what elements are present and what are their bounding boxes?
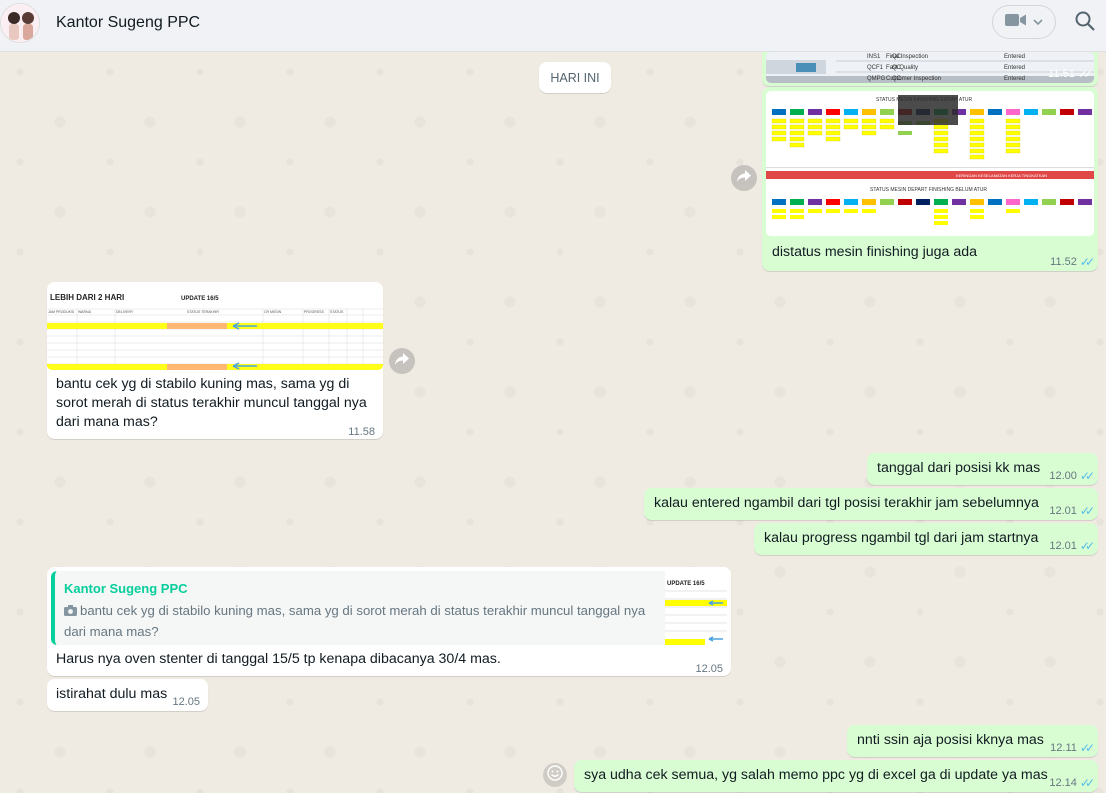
message-time: 12.05 <box>172 696 200 708</box>
message-outgoing[interactable]: nnti ssin aja posisi kknya mas 12.11 ✓✓ <box>847 725 1098 757</box>
svg-text:CR MESIN: CR MESIN <box>264 310 282 314</box>
emoji-icon <box>547 764 563 786</box>
message-text: kalau entered ngambil dari tgl posisi te… <box>654 495 1039 511</box>
message-time: 12.01 <box>1049 540 1077 552</box>
message-image-outgoing[interactable]: INS1 QCF1 QMPG QC QC QC Final Inspection… <box>762 52 1098 86</box>
row-code: QCF1 <box>867 65 884 71</box>
message-outgoing[interactable]: kalau progress ngambil tgl dari jam star… <box>754 523 1098 555</box>
quoted-text-wrap: bantu cek yg di stabilo kuning mas, sama… <box>64 601 654 642</box>
svg-text:WARNA: WARNA <box>78 310 92 314</box>
svg-text:PROGRESS: PROGRESS <box>304 310 325 314</box>
image-update-label: UPDATE 16/5 <box>181 296 219 302</box>
read-ticks-icon: ✓✓ <box>1079 504 1095 518</box>
message-text: Harus nya oven stenter di tanggal 15/5 t… <box>56 651 501 667</box>
message-text: kalau progress ngambil tgl dari jam star… <box>764 530 1039 546</box>
forward-button[interactable] <box>389 348 415 374</box>
quoted-message[interactable]: Kantor Sugeng PPC bantu cek yg di stabil… <box>51 571 727 645</box>
message-image[interactable]: STATUS MESIN FINISHING SUDAH ATUR <box>766 91 1094 236</box>
message-outgoing[interactable]: kalau entered ngambil dari tgl posisi te… <box>644 488 1098 520</box>
read-ticks-icon: ✓✓ <box>1079 255 1095 269</box>
svg-text:STATUS TERAKHIR: STATUS TERAKHIR <box>187 310 219 314</box>
read-ticks-icon: ✓✓ <box>1079 776 1095 790</box>
message-text: bantu cek yg di stabilo kuning mas, sama… <box>56 376 367 430</box>
read-ticks-icon: ✓✓ <box>1079 469 1095 483</box>
quoted-thumbnail: UPDATE 16/5 <box>665 571 727 645</box>
thumbnail-title: UPDATE 16/5 <box>667 581 705 587</box>
chat-header: Kantor Sugeng PPC <box>0 0 1106 52</box>
message-time: 11.52 <box>1050 256 1077 268</box>
date-chip: HARI INI <box>539 62 611 93</box>
message-time: 11.58 <box>348 426 375 438</box>
row-status: Entered <box>1004 65 1026 71</box>
row-desc: Final Inspection <box>886 54 929 60</box>
read-ticks-icon: ✓✓ <box>1079 539 1095 553</box>
message-time: 12.01 <box>1049 505 1077 517</box>
quoted-text: bantu cek yg di stabilo kuning mas, sama… <box>64 603 646 639</box>
react-button[interactable] <box>543 763 567 787</box>
chat-title[interactable]: Kantor Sugeng PPC <box>56 14 200 32</box>
avatar[interactable] <box>0 3 40 43</box>
video-camera-icon <box>1005 13 1027 32</box>
quoted-author: Kantor Sugeng PPC <box>64 581 188 596</box>
image-title: LEBIH DARI 2 HARI <box>50 293 125 302</box>
chevron-down-icon <box>1033 13 1043 31</box>
message-outgoing[interactable]: tanggal dari posisi kk mas 12.00 ✓✓ <box>867 453 1098 485</box>
message-time: 12.11 <box>1050 742 1077 754</box>
message-time: 11.51 <box>1048 68 1075 80</box>
row-code: QMPG <box>867 76 886 82</box>
message-outgoing[interactable]: sya udha cek semua, yg salah memo ppc yg… <box>574 760 1098 792</box>
row-code: INS1 <box>867 54 881 60</box>
message-text: tanggal dari posisi kk mas <box>877 460 1041 476</box>
message-text: sya udha cek semua, yg salah memo ppc yg… <box>584 767 1048 783</box>
row-desc: Fast Quality <box>886 65 919 71</box>
read-ticks-icon: ✓✓ <box>1077 67 1093 81</box>
row-desc: Customer Inspection <box>886 76 942 82</box>
forward-icon <box>736 169 752 188</box>
message-time: 12.05 <box>695 663 723 675</box>
svg-text:KERINGAN KESELAMATAN KERJA TIN: KERINGAN KESELAMATAN KERJA TINGKATKAN <box>956 173 1047 178</box>
message-text: istirahat dulu mas <box>56 686 168 702</box>
message-image-incoming[interactable]: JAM PRODUKSI WARNA DELIVERY STATUS TERAKHIR… <box>47 282 383 439</box>
message-text: distatus mesin finishing juga ada <box>772 244 978 260</box>
message-text: nnti ssin aja posisi kknya mas <box>857 732 1044 748</box>
message-time: 12.14 <box>1049 777 1077 789</box>
row-status: Entered <box>1004 54 1026 60</box>
video-call-button[interactable] <box>992 5 1056 39</box>
message-reply-incoming[interactable]: Kantor Sugeng PPC bantu cek yg di stabil… <box>47 567 731 676</box>
forward-icon <box>394 352 410 371</box>
message-time: 12.00 <box>1049 470 1077 482</box>
camera-icon <box>64 602 77 622</box>
status-title: STATUS MESIN DEPART FINISHING BELUM ATUR <box>870 187 987 193</box>
svg-text:DELIVERY: DELIVERY <box>116 310 134 314</box>
search-icon <box>1074 11 1096 36</box>
svg-text:JAM PRODUKSI: JAM PRODUKSI <box>48 310 74 314</box>
message-incoming[interactable]: istirahat dulu mas 12.05 <box>47 679 208 711</box>
message-image-outgoing[interactable]: STATUS MESIN FINISHING SUDAH ATUR <box>762 87 1098 271</box>
forward-button[interactable] <box>731 165 757 191</box>
svg-text:STATUS: STATUS <box>330 310 344 314</box>
search-button[interactable] <box>1074 10 1098 34</box>
row-status: Entered <box>1004 76 1026 82</box>
read-ticks-icon: ✓✓ <box>1079 741 1095 755</box>
